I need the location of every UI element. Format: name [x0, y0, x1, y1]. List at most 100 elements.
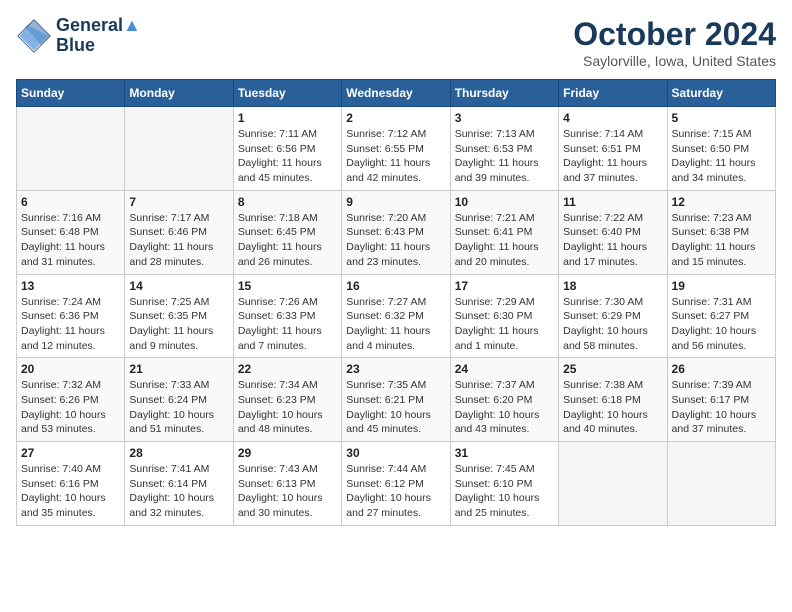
day-info: Sunrise: 7:13 AM Sunset: 6:53 PM Dayligh… [455, 127, 554, 186]
day-number: 29 [238, 446, 337, 460]
header-cell-saturday: Saturday [667, 80, 775, 107]
calendar-body: 1 Sunrise: 7:11 AM Sunset: 6:56 PM Daylig… [17, 107, 776, 526]
day-number: 4 [563, 111, 662, 125]
day-info: Sunrise: 7:33 AM Sunset: 6:24 PM Dayligh… [129, 378, 228, 437]
day-number: 26 [672, 362, 771, 376]
day-cell [125, 107, 233, 191]
day-cell: 7 Sunrise: 7:17 AM Sunset: 6:46 PM Daylig… [125, 190, 233, 274]
header-cell-sunday: Sunday [17, 80, 125, 107]
logo-icon [16, 18, 52, 54]
day-info: Sunrise: 7:41 AM Sunset: 6:14 PM Dayligh… [129, 462, 228, 521]
day-cell: 9 Sunrise: 7:20 AM Sunset: 6:43 PM Daylig… [342, 190, 450, 274]
day-number: 15 [238, 279, 337, 293]
day-number: 1 [238, 111, 337, 125]
day-cell: 21 Sunrise: 7:33 AM Sunset: 6:24 PM Dayli… [125, 358, 233, 442]
day-cell [559, 442, 667, 526]
header-row: SundayMondayTuesdayWednesdayThursdayFrid… [17, 80, 776, 107]
day-number: 24 [455, 362, 554, 376]
day-info: Sunrise: 7:38 AM Sunset: 6:18 PM Dayligh… [563, 378, 662, 437]
header-cell-monday: Monday [125, 80, 233, 107]
day-number: 16 [346, 279, 445, 293]
day-number: 25 [563, 362, 662, 376]
day-cell: 6 Sunrise: 7:16 AM Sunset: 6:48 PM Daylig… [17, 190, 125, 274]
day-info: Sunrise: 7:30 AM Sunset: 6:29 PM Dayligh… [563, 295, 662, 354]
day-info: Sunrise: 7:16 AM Sunset: 6:48 PM Dayligh… [21, 211, 120, 270]
day-number: 22 [238, 362, 337, 376]
day-info: Sunrise: 7:11 AM Sunset: 6:56 PM Dayligh… [238, 127, 337, 186]
day-cell: 18Sunrise: 7:30 AM Sunset: 6:29 PM Dayli… [559, 274, 667, 358]
title-block: October 2024 Saylorville, Iowa, United S… [573, 16, 776, 69]
day-info: Sunrise: 7:24 AM Sunset: 6:36 PM Dayligh… [21, 295, 120, 354]
day-number: 30 [346, 446, 445, 460]
day-info: Sunrise: 7:14 AM Sunset: 6:51 PM Dayligh… [563, 127, 662, 186]
day-info: Sunrise: 7:18 AM Sunset: 6:45 PM Dayligh… [238, 211, 337, 270]
day-cell: 3 Sunrise: 7:13 AM Sunset: 6:53 PM Daylig… [450, 107, 558, 191]
day-cell: 30 Sunrise: 7:44 AM Sunset: 6:12 PM Dayli… [342, 442, 450, 526]
day-number: 21 [129, 362, 228, 376]
logo: General▲ Blue [16, 16, 141, 56]
day-number: 7 [129, 195, 228, 209]
day-number: 12 [672, 195, 771, 209]
day-cell [667, 442, 775, 526]
day-number: 27 [21, 446, 120, 460]
day-number: 3 [455, 111, 554, 125]
day-cell: 1 Sunrise: 7:11 AM Sunset: 6:56 PM Daylig… [233, 107, 341, 191]
day-cell: 13 Sunrise: 7:24 AM Sunset: 6:36 PM Dayli… [17, 274, 125, 358]
day-number: 23 [346, 362, 445, 376]
day-info: Sunrise: 7:31 AM Sunset: 6:27 PM Dayligh… [672, 295, 771, 354]
week-row-5: 27Sunrise: 7:40 AM Sunset: 6:16 PM Dayli… [17, 442, 776, 526]
week-row-1: 1 Sunrise: 7:11 AM Sunset: 6:56 PM Daylig… [17, 107, 776, 191]
day-info: Sunrise: 7:45 AM Sunset: 6:10 PM Dayligh… [455, 462, 554, 521]
day-info: Sunrise: 7:39 AM Sunset: 6:17 PM Dayligh… [672, 378, 771, 437]
header-cell-wednesday: Wednesday [342, 80, 450, 107]
day-info: Sunrise: 7:23 AM Sunset: 6:38 PM Dayligh… [672, 211, 771, 270]
day-cell [17, 107, 125, 191]
day-cell: 11Sunrise: 7:22 AM Sunset: 6:40 PM Dayli… [559, 190, 667, 274]
header-cell-friday: Friday [559, 80, 667, 107]
logo-text: General▲ Blue [56, 16, 141, 56]
header-cell-thursday: Thursday [450, 80, 558, 107]
day-number: 2 [346, 111, 445, 125]
day-info: Sunrise: 7:27 AM Sunset: 6:32 PM Dayligh… [346, 295, 445, 354]
day-number: 14 [129, 279, 228, 293]
day-info: Sunrise: 7:25 AM Sunset: 6:35 PM Dayligh… [129, 295, 228, 354]
day-cell: 31 Sunrise: 7:45 AM Sunset: 6:10 PM Dayli… [450, 442, 558, 526]
day-cell: 22 Sunrise: 7:34 AM Sunset: 6:23 PM Dayli… [233, 358, 341, 442]
week-row-2: 6 Sunrise: 7:16 AM Sunset: 6:48 PM Daylig… [17, 190, 776, 274]
day-number: 19 [672, 279, 771, 293]
week-row-3: 13 Sunrise: 7:24 AM Sunset: 6:36 PM Dayli… [17, 274, 776, 358]
day-info: Sunrise: 7:26 AM Sunset: 6:33 PM Dayligh… [238, 295, 337, 354]
day-cell: 20Sunrise: 7:32 AM Sunset: 6:26 PM Dayli… [17, 358, 125, 442]
day-number: 17 [455, 279, 554, 293]
day-cell: 5Sunrise: 7:15 AM Sunset: 6:50 PM Daylig… [667, 107, 775, 191]
day-number: 8 [238, 195, 337, 209]
day-info: Sunrise: 7:22 AM Sunset: 6:40 PM Dayligh… [563, 211, 662, 270]
day-cell: 25 Sunrise: 7:38 AM Sunset: 6:18 PM Dayli… [559, 358, 667, 442]
day-cell: 10 Sunrise: 7:21 AM Sunset: 6:41 PM Dayli… [450, 190, 558, 274]
day-info: Sunrise: 7:20 AM Sunset: 6:43 PM Dayligh… [346, 211, 445, 270]
day-info: Sunrise: 7:44 AM Sunset: 6:12 PM Dayligh… [346, 462, 445, 521]
day-number: 10 [455, 195, 554, 209]
day-cell: 19 Sunrise: 7:31 AM Sunset: 6:27 PM Dayli… [667, 274, 775, 358]
day-number: 5 [672, 111, 771, 125]
day-number: 31 [455, 446, 554, 460]
day-cell: 12 Sunrise: 7:23 AM Sunset: 6:38 PM Dayli… [667, 190, 775, 274]
day-number: 6 [21, 195, 120, 209]
week-row-4: 20Sunrise: 7:32 AM Sunset: 6:26 PM Dayli… [17, 358, 776, 442]
day-info: Sunrise: 7:37 AM Sunset: 6:20 PM Dayligh… [455, 378, 554, 437]
day-cell: 23Sunrise: 7:35 AM Sunset: 6:21 PM Dayli… [342, 358, 450, 442]
day-cell: 24 Sunrise: 7:37 AM Sunset: 6:20 PM Dayli… [450, 358, 558, 442]
day-number: 9 [346, 195, 445, 209]
day-number: 20 [21, 362, 120, 376]
day-cell: 15 Sunrise: 7:26 AM Sunset: 6:33 PM Dayli… [233, 274, 341, 358]
day-info: Sunrise: 7:21 AM Sunset: 6:41 PM Dayligh… [455, 211, 554, 270]
day-cell: 29Sunrise: 7:43 AM Sunset: 6:13 PM Dayli… [233, 442, 341, 526]
calendar-header: SundayMondayTuesdayWednesdayThursdayFrid… [17, 80, 776, 107]
day-cell: 28Sunrise: 7:41 AM Sunset: 6:14 PM Dayli… [125, 442, 233, 526]
day-info: Sunrise: 7:17 AM Sunset: 6:46 PM Dayligh… [129, 211, 228, 270]
day-info: Sunrise: 7:34 AM Sunset: 6:23 PM Dayligh… [238, 378, 337, 437]
page-header: General▲ Blue October 2024 Saylorville, … [16, 16, 776, 69]
day-number: 13 [21, 279, 120, 293]
day-cell: 26 Sunrise: 7:39 AM Sunset: 6:17 PM Dayli… [667, 358, 775, 442]
calendar-table: SundayMondayTuesdayWednesdayThursdayFrid… [16, 79, 776, 526]
